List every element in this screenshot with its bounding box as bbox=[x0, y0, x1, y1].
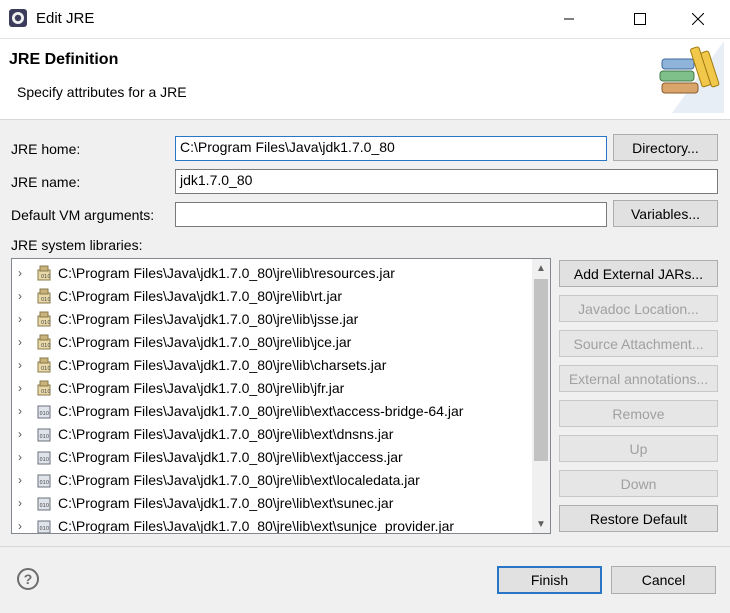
jre-home-input[interactable]: C:\Program Files\Java\jdk1.7.0_80 bbox=[175, 136, 607, 161]
cancel-button[interactable]: Cancel bbox=[611, 566, 716, 594]
chevron-right-icon[interactable]: › bbox=[18, 404, 28, 418]
libraries-label: JRE system libraries: bbox=[11, 237, 143, 253]
svg-text:010: 010 bbox=[41, 366, 51, 372]
list-item[interactable]: › 010 C:\Program Files\Java\jdk1.7.0_80\… bbox=[12, 330, 532, 353]
library-path: C:\Program Files\Java\jdk1.7.0_80\jre\li… bbox=[58, 402, 464, 419]
svg-text:010: 010 bbox=[41, 274, 51, 280]
library-path: C:\Program Files\Java\jdk1.7.0_80\jre\li… bbox=[58, 494, 394, 511]
library-path: C:\Program Files\Java\jdk1.7.0_80\jre\li… bbox=[58, 448, 403, 465]
chevron-right-icon[interactable]: › bbox=[18, 312, 28, 326]
jar-icon: 010 bbox=[37, 334, 51, 349]
list-item[interactable]: › 010 C:\Program Files\Java\jdk1.7.0_80\… bbox=[12, 353, 532, 376]
library-path: C:\Program Files\Java\jdk1.7.0_80\jre\li… bbox=[58, 287, 342, 304]
list-item[interactable]: › 010 C:\Program Files\Java\jdk1.7.0_80\… bbox=[12, 399, 532, 422]
jar-icon: 010 bbox=[37, 474, 51, 487]
jar-icon: 010 bbox=[37, 405, 51, 418]
jre-name-label: JRE name: bbox=[11, 174, 81, 190]
chevron-right-icon[interactable]: › bbox=[18, 473, 28, 487]
library-path: C:\Program Files\Java\jdk1.7.0_80\jre\li… bbox=[58, 517, 455, 534]
help-icon[interactable]: ? bbox=[17, 568, 39, 590]
down-button[interactable]: Down bbox=[559, 470, 718, 497]
svg-text:010: 010 bbox=[41, 320, 51, 326]
maximize-icon[interactable] bbox=[617, 0, 663, 38]
svg-text:010: 010 bbox=[40, 526, 50, 532]
title-bar: Edit JRE bbox=[0, 0, 730, 39]
scroll-down-arrow-icon[interactable]: ▼ bbox=[532, 515, 550, 533]
remove-button[interactable]: Remove bbox=[559, 400, 718, 427]
list-item[interactable]: › 010 C:\Program Files\Java\jdk1.7.0_80\… bbox=[12, 376, 532, 399]
jre-name-input[interactable]: jdk1.7.0_80 bbox=[175, 169, 718, 194]
chevron-right-icon[interactable]: › bbox=[18, 335, 28, 349]
source-attachment-button[interactable]: Source Attachment... bbox=[559, 330, 718, 357]
chevron-right-icon[interactable]: › bbox=[18, 381, 28, 395]
svg-text:010: 010 bbox=[40, 503, 50, 509]
svg-text:010: 010 bbox=[40, 434, 50, 440]
list-item[interactable]: › 010 C:\Program Files\Java\jdk1.7.0_80\… bbox=[12, 284, 532, 307]
dialog-header: JRE Definition Specify attributes for a … bbox=[0, 39, 730, 120]
header-description: Specify attributes for a JRE bbox=[17, 84, 187, 100]
scroll-thumb[interactable] bbox=[534, 279, 548, 461]
jar-icon: 010 bbox=[37, 311, 51, 326]
list-item[interactable]: › 010 C:\Program Files\Java\jdk1.7.0_80\… bbox=[12, 514, 532, 534]
jar-icon: 010 bbox=[37, 265, 51, 280]
jre-home-label: JRE home: bbox=[11, 141, 81, 157]
directory-button[interactable]: Directory... bbox=[613, 134, 718, 161]
svg-text:010: 010 bbox=[40, 457, 50, 463]
chevron-right-icon[interactable]: › bbox=[18, 519, 28, 533]
external-annotations-button[interactable]: External annotations... bbox=[559, 365, 718, 392]
svg-text:010: 010 bbox=[41, 297, 51, 303]
library-path: C:\Program Files\Java\jdk1.7.0_80\jre\li… bbox=[58, 425, 394, 442]
close-icon[interactable] bbox=[675, 0, 721, 38]
add-external-jars-button[interactable]: Add External JARs... bbox=[559, 260, 718, 287]
jar-icon: 010 bbox=[37, 357, 51, 372]
library-path: C:\Program Files\Java\jdk1.7.0_80\jre\li… bbox=[58, 379, 345, 396]
window-title: Edit JRE bbox=[36, 10, 95, 27]
jar-icon: 010 bbox=[37, 497, 51, 510]
footer-separator bbox=[0, 546, 730, 547]
chevron-right-icon[interactable]: › bbox=[18, 496, 28, 510]
chevron-right-icon[interactable]: › bbox=[18, 450, 28, 464]
variables-button[interactable]: Variables... bbox=[613, 200, 718, 227]
eclipse-app-icon bbox=[9, 9, 27, 27]
svg-text:010: 010 bbox=[41, 389, 51, 395]
jar-icon: 010 bbox=[37, 520, 51, 533]
library-path: C:\Program Files\Java\jdk1.7.0_80\jre\li… bbox=[58, 333, 352, 350]
scroll-up-arrow-icon[interactable]: ▲ bbox=[532, 259, 550, 277]
list-item[interactable]: › 010 C:\Program Files\Java\jdk1.7.0_80\… bbox=[12, 307, 532, 330]
jar-icon: 010 bbox=[37, 380, 51, 395]
minimize-icon[interactable] bbox=[546, 0, 592, 38]
restore-default-button[interactable]: Restore Default bbox=[559, 505, 718, 532]
chevron-right-icon[interactable]: › bbox=[18, 266, 28, 280]
chevron-right-icon[interactable]: › bbox=[18, 358, 28, 372]
list-item[interactable]: › 010 C:\Program Files\Java\jdk1.7.0_80\… bbox=[12, 468, 532, 491]
svg-text:010: 010 bbox=[40, 480, 50, 486]
vm-args-label: Default VM arguments: bbox=[11, 207, 155, 223]
list-item[interactable]: › 010 C:\Program Files\Java\jdk1.7.0_80\… bbox=[12, 261, 532, 284]
tree-scrollbar[interactable]: ▲ ▼ bbox=[532, 259, 550, 533]
list-item[interactable]: › 010 C:\Program Files\Java\jdk1.7.0_80\… bbox=[12, 491, 532, 514]
svg-text:010: 010 bbox=[40, 411, 50, 417]
chevron-right-icon[interactable]: › bbox=[18, 427, 28, 441]
libraries-tree[interactable]: › 010 C:\Program Files\Java\jdk1.7.0_80\… bbox=[11, 258, 551, 534]
vm-args-input[interactable] bbox=[175, 202, 607, 227]
jar-icon: 010 bbox=[37, 288, 51, 303]
library-books-icon bbox=[652, 41, 724, 113]
header-title: JRE Definition bbox=[9, 51, 119, 68]
chevron-right-icon[interactable]: › bbox=[18, 289, 28, 303]
finish-button[interactable]: Finish bbox=[497, 566, 602, 594]
library-path: C:\Program Files\Java\jdk1.7.0_80\jre\li… bbox=[58, 471, 420, 488]
up-button[interactable]: Up bbox=[559, 435, 718, 462]
jar-icon: 010 bbox=[37, 428, 51, 441]
jar-icon: 010 bbox=[37, 451, 51, 464]
list-item[interactable]: › 010 C:\Program Files\Java\jdk1.7.0_80\… bbox=[12, 422, 532, 445]
library-path: C:\Program Files\Java\jdk1.7.0_80\jre\li… bbox=[58, 356, 387, 373]
library-path: C:\Program Files\Java\jdk1.7.0_80\jre\li… bbox=[58, 264, 395, 281]
library-path: C:\Program Files\Java\jdk1.7.0_80\jre\li… bbox=[58, 310, 359, 327]
javadoc-location-button[interactable]: Javadoc Location... bbox=[559, 295, 718, 322]
list-item[interactable]: › 010 C:\Program Files\Java\jdk1.7.0_80\… bbox=[12, 445, 532, 468]
svg-text:010: 010 bbox=[41, 343, 51, 349]
